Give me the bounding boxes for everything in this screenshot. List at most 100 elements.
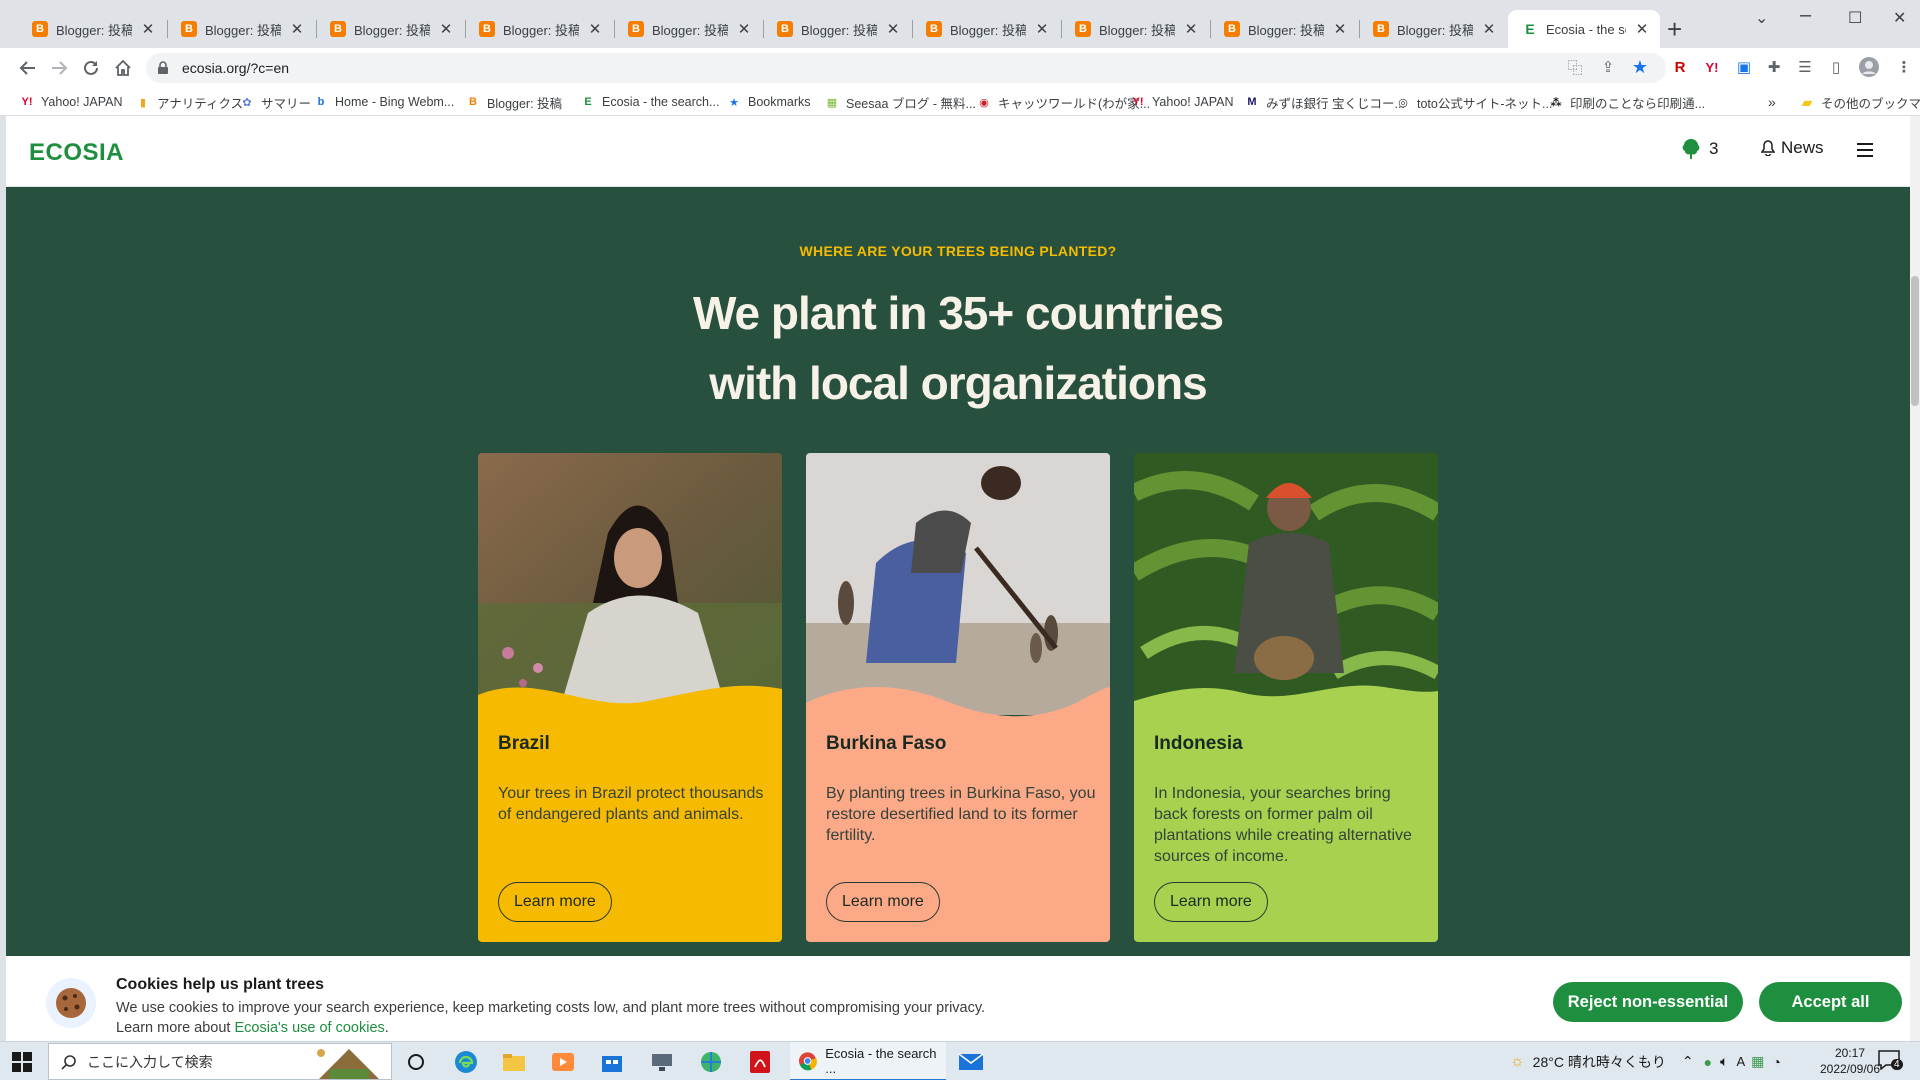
news-link[interactable]: News bbox=[1761, 138, 1824, 158]
browser-tab[interactable]: B Blogger: 投稿 ✕ bbox=[614, 10, 762, 48]
tab-close-icon[interactable]: ✕ bbox=[1034, 20, 1050, 38]
cookie-title: Cookies help us plant trees bbox=[116, 976, 325, 993]
scrollbar-thumb[interactable] bbox=[1911, 276, 1919, 406]
bookmark-item[interactable]: ▮ アナリティクス bbox=[136, 93, 243, 111]
profile-avatar-icon[interactable] bbox=[1857, 55, 1881, 79]
address-bar[interactable]: ecosia.org/?c=en bbox=[146, 53, 1666, 83]
browser-menu-icon[interactable]: ⋮ bbox=[1892, 55, 1916, 79]
browser-tab[interactable]: B Blogger: 投稿 ✕ bbox=[1061, 10, 1209, 48]
edge-icon[interactable] bbox=[452, 1048, 480, 1076]
bookmark-label: Ecosia - the search... bbox=[602, 95, 720, 109]
input-app-icon[interactable]: ▦ bbox=[1751, 1053, 1764, 1070]
mail-icon[interactable] bbox=[957, 1048, 985, 1076]
ime-indicator[interactable]: A bbox=[1736, 1054, 1745, 1069]
bookmark-item[interactable]: Y! Yahoo! JAPAN bbox=[1131, 93, 1234, 111]
new-tab-button[interactable]: + bbox=[1667, 16, 1682, 42]
store-icon[interactable] bbox=[598, 1048, 626, 1076]
globe-app-icon[interactable] bbox=[697, 1048, 725, 1076]
headline-line-2: with local organizations bbox=[709, 357, 1207, 409]
bookmark-item[interactable]: ★ Bookmarks bbox=[727, 93, 810, 111]
extension-r-icon[interactable]: R bbox=[1668, 55, 1692, 79]
forward-icon[interactable] bbox=[45, 54, 73, 82]
reading-list-icon[interactable]: ☰ bbox=[1793, 55, 1817, 79]
browser-tab[interactable]: B Blogger: 投稿 ✕ bbox=[1359, 10, 1507, 48]
tray-overflow-icon[interactable]: ⌃ bbox=[1682, 1053, 1694, 1070]
bookmark-item[interactable]: Y! Yahoo! JAPAN bbox=[20, 93, 123, 111]
close-window-icon[interactable]: ✕ bbox=[1893, 8, 1906, 28]
bookmark-item[interactable]: E Ecosia - the search... bbox=[581, 93, 719, 111]
bookmark-item[interactable]: ◉ キャッツワールド(わが家... bbox=[977, 93, 1150, 111]
extension-yahoo-icon[interactable]: Y! bbox=[1700, 55, 1724, 79]
bookmark-item[interactable]: ▦ Seesaa ブログ - 無料... bbox=[825, 93, 976, 111]
reject-non-essential-button[interactable]: Reject non-essential bbox=[1553, 982, 1743, 1022]
windows-start-icon[interactable] bbox=[12, 1052, 32, 1072]
weather-icon[interactable]: ☼ bbox=[1510, 1053, 1525, 1071]
browser-tab-active[interactable]: E Ecosia - the sea ✕ bbox=[1508, 10, 1660, 48]
bookmark-item[interactable]: ✿ サマリー bbox=[240, 93, 311, 111]
tab-close-icon[interactable]: ✕ bbox=[140, 20, 156, 38]
remote-desktop-icon[interactable] bbox=[648, 1048, 676, 1076]
chrome-icon bbox=[798, 1051, 817, 1070]
learn-more-indonesia-button[interactable]: Learn more bbox=[1154, 882, 1268, 922]
taskbar-chrome-label: Ecosia - the search ... bbox=[825, 1045, 937, 1076]
browser-tab[interactable]: B Blogger: 投稿 ✕ bbox=[465, 10, 613, 48]
ecosia-logo[interactable]: ECOSIA bbox=[29, 139, 124, 167]
wifi-icon[interactable]: ◔ bbox=[1772, 1054, 1780, 1070]
translate-icon[interactable]: ⿻ bbox=[1563, 55, 1587, 79]
side-panel-icon[interactable]: ▯ bbox=[1824, 55, 1848, 79]
browser-tab[interactable]: B Blogger: 投稿 ✕ bbox=[763, 10, 911, 48]
bookmark-item[interactable]: B Blogger: 投稿 bbox=[466, 93, 562, 111]
tab-close-icon[interactable]: ✕ bbox=[1634, 20, 1650, 38]
notification-center-icon[interactable]: 4 bbox=[1878, 1050, 1903, 1072]
tab-close-icon[interactable]: ✕ bbox=[289, 20, 305, 38]
maximize-icon[interactable]: ☐ bbox=[1848, 8, 1862, 28]
taskbar-chrome-window[interactable]: Ecosia - the search ... bbox=[790, 1042, 946, 1080]
weather-text[interactable]: 28°C 晴れ時々くもり bbox=[1533, 1052, 1666, 1072]
share-icon[interactable]: ⇪ bbox=[1596, 55, 1620, 79]
minimize-icon[interactable]: – bbox=[1800, 4, 1811, 27]
learn-more-brazil-button[interactable]: Learn more bbox=[498, 882, 612, 922]
taskbar-search-box[interactable]: ここに入力して検索 bbox=[48, 1043, 392, 1080]
bookmark-star-icon[interactable]: ★ bbox=[1628, 55, 1652, 79]
tab-close-icon[interactable]: ✕ bbox=[1481, 20, 1497, 38]
tab-search-icon[interactable]: ⌄ bbox=[1755, 8, 1768, 28]
tab-close-icon[interactable]: ✕ bbox=[885, 20, 901, 38]
cortana-icon[interactable] bbox=[402, 1048, 430, 1076]
tab-close-icon[interactable]: ✕ bbox=[587, 20, 603, 38]
tab-close-icon[interactable]: ✕ bbox=[1332, 20, 1348, 38]
browser-tab[interactable]: B Blogger: 投稿 ✕ bbox=[167, 10, 315, 48]
blogger-icon: B bbox=[628, 21, 644, 37]
media-player-icon[interactable] bbox=[549, 1048, 577, 1076]
tab-close-icon[interactable]: ✕ bbox=[736, 20, 752, 38]
home-icon[interactable] bbox=[109, 54, 137, 82]
browser-tab[interactable]: B Blogger: 投稿 ✕ bbox=[1210, 10, 1358, 48]
extensions-puzzle-icon[interactable]: ✚ bbox=[1762, 55, 1786, 79]
other-bookmarks-folder[interactable]: ▰ その他のブックマーク bbox=[1800, 93, 1920, 111]
tree-count-value: 3 bbox=[1709, 139, 1719, 158]
tab-close-icon[interactable]: ✕ bbox=[438, 20, 454, 38]
tab-close-icon[interactable]: ✕ bbox=[1183, 20, 1199, 38]
file-explorer-icon[interactable] bbox=[500, 1048, 528, 1076]
bookmark-item[interactable]: ◎ toto公式サイト-ネット... bbox=[1396, 93, 1552, 111]
tree-counter[interactable]: 3 bbox=[1681, 138, 1718, 160]
tray-app-icon[interactable]: ● bbox=[1704, 1054, 1712, 1070]
learn-more-burkina-faso-button[interactable]: Learn more bbox=[826, 882, 940, 922]
hamburger-menu-icon[interactable] bbox=[1856, 142, 1874, 158]
browser-tab[interactable]: B Blogger: 投稿 ✕ bbox=[316, 10, 464, 48]
extension-box-icon[interactable]: ▣ bbox=[1732, 55, 1756, 79]
bookmark-item[interactable]: ⁂ 印刷のことなら印刷通... bbox=[1549, 93, 1705, 111]
accept-all-button[interactable]: Accept all bbox=[1759, 982, 1902, 1022]
reload-icon[interactable] bbox=[77, 54, 105, 82]
bookmarks-overflow-button[interactable]: » bbox=[1768, 93, 1776, 111]
browser-tab[interactable]: B Blogger: 投稿 ✕ bbox=[18, 10, 166, 48]
blogger-icon: B bbox=[777, 21, 793, 37]
volume-icon[interactable]: 🔈︎ bbox=[1720, 1053, 1728, 1070]
blogger-icon: B bbox=[32, 21, 48, 37]
bookmark-item[interactable]: M みずほ銀行 宝くじコー... bbox=[1245, 93, 1405, 111]
acrobat-icon[interactable] bbox=[746, 1048, 774, 1076]
browser-tab[interactable]: B Blogger: 投稿 ✕ bbox=[912, 10, 1060, 48]
page-scrollbar[interactable] bbox=[1910, 116, 1920, 1041]
back-icon[interactable] bbox=[14, 54, 42, 82]
cookie-policy-link[interactable]: Ecosia's use of cookies bbox=[235, 1020, 385, 1036]
bookmark-item[interactable]: b Home - Bing Webm... bbox=[314, 93, 455, 111]
